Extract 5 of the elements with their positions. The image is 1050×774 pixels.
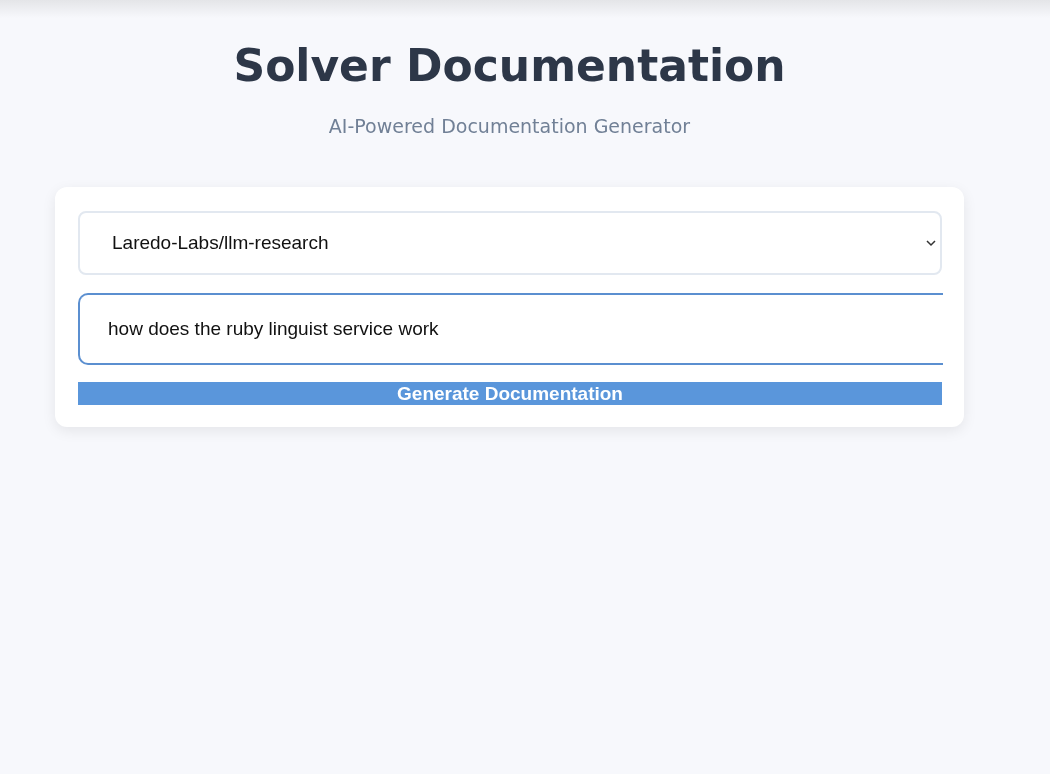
question-field[interactable]: how does the ruby linguist service work [78,293,943,365]
page-title: Solver Documentation [233,40,786,91]
repository-select[interactable]: Laredo-Labs/llm-research [78,211,942,275]
page-subtitle: AI-Powered Documentation Generator [328,115,691,137]
chevron-down-icon [926,239,936,247]
